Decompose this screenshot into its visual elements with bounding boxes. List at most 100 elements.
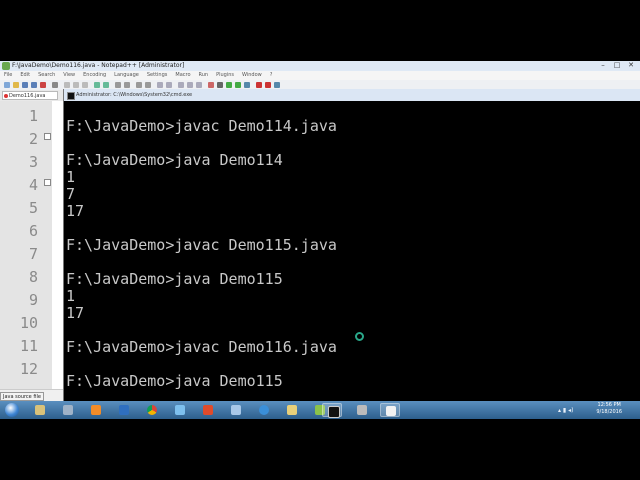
taskbar-presentation[interactable] [198,403,218,417]
menu-settings[interactable]: Settings [147,71,168,80]
taskbar-ie[interactable] [254,403,274,417]
sync-h-icon[interactable] [166,82,172,88]
console-line: 1 [66,168,76,186]
ie-icon [259,405,269,415]
menu-file[interactable]: File [4,71,12,80]
line-number: 8 [28,268,38,286]
menu-window[interactable]: Window [242,71,262,80]
cmd-title-bar[interactable]: Administrator: C:\Windows\System32\cmd.e… [64,89,640,101]
presentation-icon [203,405,213,415]
play-macro-icon[interactable] [226,82,232,88]
start-button[interactable] [1,401,23,419]
notepadpp-app-icon [2,62,10,70]
console-line: F:\JavaDemo>java Demo115 [66,270,283,288]
plugin-icon-red[interactable] [256,82,262,88]
menu-run[interactable]: Run [199,71,209,80]
menu-language[interactable]: Language [114,71,139,80]
new-file-icon[interactable] [4,82,10,88]
taskbar-search[interactable] [170,403,190,417]
taskbar-cmd[interactable] [322,403,342,418]
console-line: 7 [66,185,76,203]
sync-v-icon[interactable] [157,82,163,88]
taskbar-archive[interactable] [282,403,302,417]
fold-marker-icon[interactable] [44,179,51,186]
find-icon[interactable] [115,82,121,88]
console-line: F:\JavaDemo>java Demo115 [66,372,283,390]
taskbar-tools[interactable] [352,403,372,417]
console-line: F:\JavaDemo>javac Demo114.java [66,117,337,135]
paste-icon[interactable] [82,82,88,88]
line-number: 2 [28,130,38,148]
cmd-window: Administrator: C:\Windows\System32\cmd.e… [63,89,640,401]
indent-guide-icon[interactable] [196,82,202,88]
menu-search[interactable]: Search [38,71,55,80]
taskbar-snipping[interactable] [380,403,400,417]
save-all-icon[interactable] [31,82,37,88]
line-number: 12 [19,360,38,378]
tray-icons[interactable]: ▴ ▮ ◂) [558,407,573,414]
line-number: 7 [28,245,38,263]
explorer-icon [35,405,45,415]
npp-title-bar[interactable]: F:\JavaDemo\Demo116.java - Notepad++ [Ad… [0,61,640,71]
maximize-icon[interactable]: □ [610,61,624,70]
npp-menu-bar: File Edit Search View Encoding Language Settin… [0,71,640,80]
replace-icon[interactable] [124,82,130,88]
npp-window-title: F:\JavaDemo\Demo116.java - Notepad++ [Ad… [12,62,185,69]
npp-tab-bar: Demo116.java [0,90,64,101]
clock-time: 12:56 PM [597,402,621,408]
save-icon[interactable] [22,82,28,88]
line-number: 11 [19,337,38,355]
line-number: 6 [28,222,38,240]
undo-icon[interactable] [94,82,100,88]
tab-demo116[interactable]: Demo116.java [2,91,58,100]
zoom-in-icon[interactable] [136,82,142,88]
record-macro-icon[interactable] [208,82,214,88]
menu-plugins[interactable]: Plugins [216,71,234,80]
plugin-icon-red-2[interactable] [265,82,271,88]
menu-help[interactable]: ? [270,71,273,80]
unsaved-file-icon [4,94,8,98]
close-icon[interactable]: ✕ [624,61,638,70]
console-line: 17 [66,304,85,322]
line-number: 3 [28,153,38,171]
open-file-icon[interactable] [13,82,19,88]
line-number-gutter: 1 2 3 4 5 6 7 8 9 10 11 12 [0,101,52,389]
letterbox-bottom [0,419,640,480]
console-line: 17 [66,202,85,220]
search-icon [175,405,185,415]
chrome-icon [147,405,157,415]
menu-macro[interactable]: Macro [175,71,190,80]
all-chars-icon[interactable] [187,82,193,88]
print-icon[interactable] [52,82,58,88]
calculator-icon [63,405,73,415]
zoom-out-icon[interactable] [145,82,151,88]
console-line: F:\JavaDemo>java Demo114 [66,151,283,169]
copy-icon[interactable] [73,82,79,88]
taskbar-calculator[interactable] [58,403,78,417]
minimize-icon[interactable]: – [596,61,610,70]
cmd-console[interactable]: F:\JavaDemo>javac Demo114.java F:\JavaDe… [64,101,640,401]
menu-edit[interactable]: Edit [20,71,30,80]
tooltip: Java source file [0,392,44,401]
media-player-icon [91,405,101,415]
fold-marker-icon[interactable] [44,133,51,140]
save-macro-icon[interactable] [244,82,250,88]
wrap-icon[interactable] [178,82,184,88]
close-file-icon[interactable] [40,82,46,88]
run-macro-multiple-icon[interactable] [235,82,241,88]
menu-encoding[interactable]: Encoding [83,71,106,80]
tools-icon [357,405,367,415]
taskbar-chrome[interactable] [142,403,162,417]
taskbar-folder[interactable] [226,403,246,417]
tray-clock[interactable]: 12:56 PM 9/18/2016 [596,402,622,416]
taskbar-explorer[interactable] [30,403,50,417]
menu-view[interactable]: View [63,71,75,80]
archive-icon [287,405,297,415]
taskbar-network[interactable] [114,403,134,417]
taskbar-media-player[interactable] [86,403,106,417]
stop-macro-icon[interactable] [217,82,223,88]
line-number: 10 [19,314,38,332]
plugin-icon-blue[interactable] [274,82,280,88]
redo-icon[interactable] [103,82,109,88]
cut-icon[interactable] [64,82,70,88]
